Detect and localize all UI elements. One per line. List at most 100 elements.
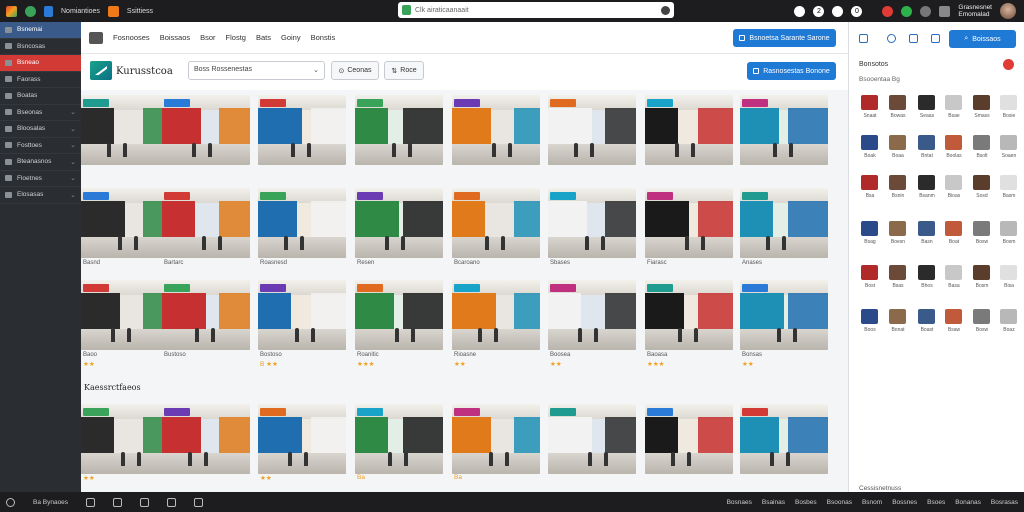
panel-thumb[interactable] <box>918 135 935 150</box>
grid-icon[interactable] <box>86 497 96 507</box>
image-tile[interactable] <box>162 95 250 175</box>
panel-thumb[interactable] <box>918 221 935 236</box>
sidebar-item[interactable]: Bsncosas <box>0 39 81 55</box>
panel-footer[interactable]: Cessisnetnuss <box>859 485 901 492</box>
panel-thumb[interactable] <box>1000 309 1017 324</box>
panel-thumb[interactable] <box>889 95 906 110</box>
panel-thumb[interactable] <box>1000 95 1017 110</box>
image-tile[interactable]: Baoo ★★ <box>81 280 169 369</box>
image-tile[interactable] <box>645 404 733 492</box>
clear-icon[interactable] <box>661 5 670 15</box>
category-select[interactable]: Boss Rossenestas ⌄ <box>188 61 325 80</box>
panel-thumb[interactable] <box>1000 135 1017 150</box>
image-tile[interactable]: Sbases <box>548 188 636 268</box>
filter-button[interactable]: ⊙ Ceonas <box>331 61 379 80</box>
panel-thumb[interactable] <box>918 95 935 110</box>
image-tile[interactable]: Bonsas ★★ <box>740 280 828 369</box>
toolbar-primary-button[interactable]: Bsnoetsa Sarante Sarone <box>733 29 836 47</box>
panel-thumb[interactable] <box>973 221 990 236</box>
panel-thumb[interactable] <box>861 135 878 150</box>
toolbar-link[interactable]: Goiny <box>281 33 301 42</box>
image-tile[interactable]: Resen <box>355 188 443 268</box>
bookmark-icon[interactable] <box>44 5 53 17</box>
bottom-link[interactable]: Bsainas <box>762 499 785 506</box>
panel-search-button[interactable]: ⌕ Boissaos <box>949 30 1016 48</box>
panel-thumb[interactable] <box>861 309 878 324</box>
panel-thumb[interactable] <box>945 95 962 110</box>
image-tile[interactable]: Basnd <box>81 188 169 268</box>
image-tile[interactable]: Anases <box>740 188 828 268</box>
top-bar-label[interactable]: Ssittiess <box>127 8 153 15</box>
leaf-icon[interactable] <box>25 5 36 17</box>
grid-icon[interactable] <box>939 5 951 17</box>
refresh-icon[interactable] <box>832 5 844 17</box>
document-icon[interactable] <box>909 34 918 43</box>
image-tile[interactable]: Boosea ★★ <box>548 280 636 369</box>
image-tile[interactable]: Baoasa ★★★ <box>645 280 733 369</box>
panel-thumb[interactable] <box>945 175 962 190</box>
sort-button[interactable]: ⇅ Roce <box>384 61 424 80</box>
panel-thumb[interactable] <box>861 175 878 190</box>
sidebar-item[interactable]: Bloosalas ⌄ <box>0 121 81 138</box>
panel-thumb[interactable] <box>973 265 990 280</box>
image-tile[interactable]: Rioasne ★★ <box>452 280 540 369</box>
address-bar[interactable]: Clk airaticaanaait <box>398 2 674 18</box>
sidebar-item[interactable]: Bteanasnos ⌄ <box>0 154 81 171</box>
image-tile[interactable] <box>645 95 733 175</box>
panel-thumb[interactable] <box>973 309 990 324</box>
chart-icon[interactable] <box>113 497 123 507</box>
bottom-label[interactable]: Ba Bynaoes <box>33 499 68 506</box>
image-tile[interactable]: Bustoso <box>162 280 250 369</box>
panel-thumb[interactable] <box>945 221 962 236</box>
panel-thumb[interactable] <box>861 265 878 280</box>
bottom-link[interactable]: Bonanas <box>955 499 981 506</box>
image-tile[interactable]: Fiarasc <box>645 188 733 268</box>
sidebar-item[interactable]: Bsneao <box>0 55 81 72</box>
puzzle-icon[interactable] <box>107 5 119 17</box>
sidebar-item[interactable]: Bsnemai <box>0 22 81 39</box>
bottom-link[interactable]: Bsoes <box>927 499 945 506</box>
panel-thumb[interactable] <box>889 309 906 324</box>
image-tile[interactable]: Ba <box>355 404 443 492</box>
lock-icon[interactable] <box>140 497 150 507</box>
folder-icon[interactable] <box>194 497 204 507</box>
image-tile[interactable] <box>548 404 636 492</box>
address-text[interactable]: Clk airaticaanaait <box>415 7 657 14</box>
badge-icon[interactable]: 0 <box>851 5 863 17</box>
panel-thumb[interactable] <box>861 95 878 110</box>
layout-icon[interactable] <box>859 34 868 43</box>
panel-thumb[interactable] <box>889 175 906 190</box>
panel-thumb[interactable] <box>889 135 906 150</box>
bottom-link[interactable]: Bsoonas <box>827 499 852 506</box>
status-icon[interactable] <box>901 5 913 17</box>
notification-icon[interactable]: 2 <box>813 5 825 17</box>
toolbar-link[interactable]: Flostg <box>226 33 246 42</box>
sidebar-item[interactable]: Fosttoes ⌄ <box>0 138 81 154</box>
bell-icon[interactable] <box>920 5 932 17</box>
sidebar-item[interactable]: Faorass <box>0 72 81 88</box>
panel-thumb[interactable] <box>918 175 935 190</box>
bottom-link[interactable]: Bsnom <box>862 499 882 506</box>
toolbar-link[interactable]: Fosnooses <box>113 33 150 42</box>
toolbar-link[interactable]: Bats <box>256 33 271 42</box>
panel-thumb[interactable] <box>861 221 878 236</box>
image-tile[interactable]: Bostoso B ★★ <box>258 280 346 369</box>
sidebar-item[interactable]: Floetnes ⌄ <box>0 171 81 187</box>
top-bar-label[interactable]: Nomiantioes <box>61 8 100 15</box>
toolbar-link[interactable]: Boissaos <box>160 33 190 42</box>
image-tile[interactable] <box>548 95 636 175</box>
sync-icon[interactable] <box>887 34 896 43</box>
panel-thumb[interactable] <box>1000 221 1017 236</box>
toolbar-link[interactable]: Bsor <box>200 33 215 42</box>
panel-thumb[interactable] <box>889 221 906 236</box>
panel-thumb[interactable] <box>945 265 962 280</box>
bottom-link[interactable]: Bosnaes <box>727 499 752 506</box>
image-tile[interactable]: Bcaroano <box>452 188 540 268</box>
brand-primary-button[interactable]: Rasnosestas Bonone <box>747 62 836 80</box>
clock-icon[interactable] <box>794 5 806 17</box>
image-tile[interactable]: Bartarc <box>162 188 250 268</box>
app-logo-icon[interactable] <box>6 5 17 17</box>
panel-thumb[interactable] <box>918 265 935 280</box>
expand-icon[interactable] <box>931 34 940 43</box>
image-tile[interactable]: Roanitic ★★★ <box>355 280 443 369</box>
